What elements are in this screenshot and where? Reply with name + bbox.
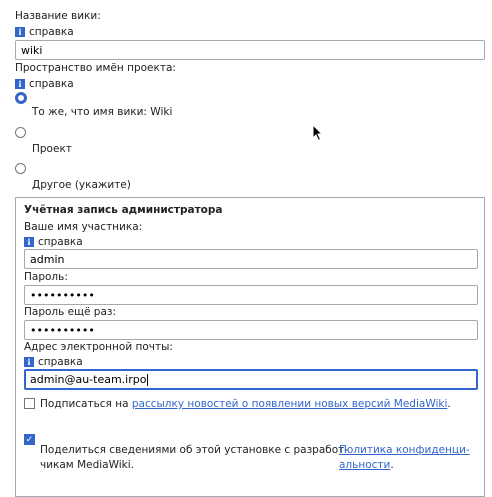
namespace-option-same-label: То же, что имя вики: Wiki <box>32 106 173 118</box>
email-input[interactable]: admin@au-team.irpo <box>24 369 478 390</box>
wiki-name-label: Название вики: <box>15 10 101 22</box>
password-confirm-value: •••••••••• <box>30 323 95 337</box>
password-confirm-input[interactable]: •••••••••• <box>24 320 478 340</box>
password-input[interactable]: •••••••••• <box>24 285 478 305</box>
share-text-line1: Поделиться сведениями об этой установке … <box>40 444 349 456</box>
admin-account-legend: Учётная запись администратора <box>24 204 223 216</box>
privacy-suffix: . <box>390 459 394 471</box>
namespace-radio-project[interactable] <box>15 127 26 138</box>
mouse-cursor-icon <box>312 124 324 142</box>
subscribe-link[interactable]: рассылку новостей о появлении новых верс… <box>132 398 448 410</box>
help-link-text: справка <box>29 78 74 90</box>
info-icon: i <box>24 237 34 247</box>
password-confirm-label: Пароль ещё раз: <box>24 306 117 318</box>
privacy-policy-link-line2[interactable]: альности <box>339 459 390 471</box>
password-value: •••••••••• <box>30 288 95 302</box>
help-link-text: справка <box>38 356 83 368</box>
subscribe-prefix: Подписаться на <box>40 398 132 410</box>
username-help[interactable]: i справка <box>24 236 83 248</box>
wiki-name-value: wiki <box>21 43 43 57</box>
namespace-radio-same[interactable] <box>15 92 27 104</box>
password-label: Пароль: <box>24 271 68 283</box>
namespace-label: Пространство имён проекта: <box>15 62 176 74</box>
username-input[interactable]: admin <box>24 249 478 269</box>
username-value: admin <box>30 252 65 266</box>
subscribe-suffix: . <box>447 398 451 410</box>
info-icon: i <box>15 79 25 89</box>
namespace-option-other-label: Другое (укажите) <box>32 179 131 191</box>
namespace-help[interactable]: i справка <box>15 78 74 90</box>
email-help[interactable]: i справка <box>24 356 83 368</box>
wiki-name-input[interactable]: wiki <box>15 40 485 60</box>
namespace-radio-other[interactable] <box>15 163 26 174</box>
wiki-name-help[interactable]: i справка <box>15 26 74 38</box>
subscribe-checkbox[interactable] <box>24 398 35 409</box>
namespace-option-project-label: Проект <box>32 143 72 155</box>
email-value: admin@au-team.irpo <box>30 373 147 386</box>
share-checkbox[interactable]: ✓ <box>24 434 35 445</box>
privacy-policy-line2: альности. <box>339 459 394 471</box>
info-icon: i <box>24 357 34 367</box>
info-icon: i <box>15 27 25 37</box>
privacy-policy-link-line1[interactable]: Политика конфиденци- <box>339 444 470 456</box>
share-text-line2: чикам MediaWiki. <box>40 459 135 471</box>
text-caret <box>147 373 149 386</box>
username-label: Ваше имя участника: <box>24 221 143 233</box>
help-link-text: справка <box>38 236 83 248</box>
help-link-text: справка <box>29 26 74 38</box>
email-label: Адрес электронной почты: <box>24 341 173 353</box>
subscribe-label: Подписаться на рассылку новостей о появл… <box>40 398 451 410</box>
